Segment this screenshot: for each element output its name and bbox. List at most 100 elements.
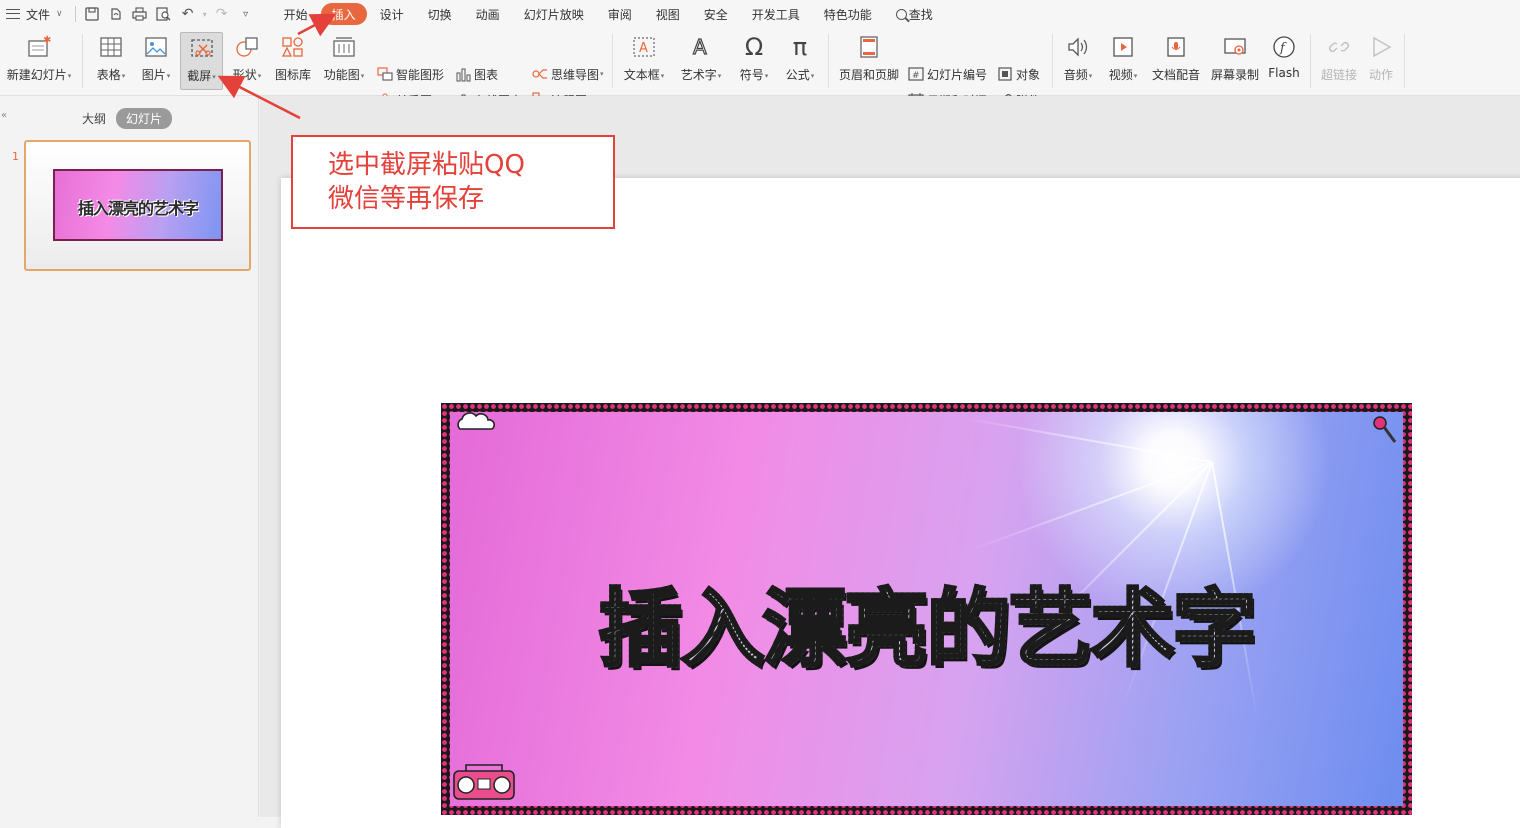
slide[interactable]: 插入漂亮的艺术字 插入漂亮的艺术字	[281, 178, 1520, 828]
thumbnail-title: 插入漂亮的艺术字	[77, 199, 199, 218]
slides-panel: « 大纲 幻灯片 1 插入漂亮的艺术字	[0, 96, 259, 817]
panel-tabs: 大纲 幻灯片	[72, 108, 173, 129]
menu-bar: 文件 ∨ ↶ ▾ ↷ ▿ 开始 插入 设计 切换 动画 幻灯片放映 审阅 视图 …	[0, 0, 1520, 28]
tab-security[interactable]: 安全	[693, 3, 739, 25]
divider	[82, 34, 83, 88]
tab-outline[interactable]: 大纲	[72, 108, 116, 129]
tab-slideshow[interactable]: 幻灯片放映	[513, 3, 595, 25]
annotation-line-1: 选中截屏粘贴QQ	[328, 150, 525, 180]
flash-button[interactable]: f Flash	[1266, 32, 1302, 90]
action-button[interactable]: 动作	[1364, 32, 1398, 90]
annotation-text: 选中截屏粘贴QQ 微信等再保存	[328, 148, 525, 216]
audio-button[interactable]: 音频▾	[1059, 32, 1097, 90]
omega-icon: Ω	[744, 33, 764, 61]
screen-record-icon	[1220, 32, 1250, 62]
search-button[interactable]: 查找	[885, 3, 944, 25]
tab-slides[interactable]: 幻灯片	[116, 108, 173, 129]
export-pdf-icon[interactable]	[104, 0, 128, 28]
object-button[interactable]: 对象	[997, 64, 1040, 84]
table-label: 表格	[96, 68, 121, 82]
tab-design[interactable]: 设计	[369, 3, 415, 25]
new-slide-label: 新建幻灯片	[6, 68, 67, 82]
slide-number-button[interactable]: # 幻灯片编号	[908, 64, 987, 84]
screen-record-label: 屏幕录制	[1210, 68, 1259, 82]
header-footer-icon	[854, 32, 884, 62]
divider	[74, 6, 76, 22]
pi-icon: π	[792, 33, 808, 61]
ribbon-toolbar: ✱ 新建幻灯片▾ 表格▾ 图片▾ 截屏▾ 形状▾ 图标库 功能图▾ 智能图形 图…	[0, 28, 1520, 108]
mind-map-button[interactable]: 思维导图 ▾	[532, 64, 604, 84]
picture-icon	[141, 32, 171, 62]
screenshot-icon	[187, 33, 217, 63]
slide-background-picture[interactable]: 插入漂亮的艺术字 插入漂亮的艺术字	[441, 403, 1412, 815]
tab-view[interactable]: 视图	[645, 3, 691, 25]
print-icon[interactable]	[128, 0, 152, 28]
new-slide-button[interactable]: ✱ 新建幻灯片▾	[4, 32, 74, 90]
file-menu-button[interactable]: 文件 ∨	[0, 0, 71, 28]
svg-text:✱: ✱	[43, 35, 51, 46]
print-preview-icon[interactable]	[152, 0, 176, 28]
slide-number: 1	[12, 150, 19, 163]
doc-voiceover-button[interactable]: 文档配音	[1149, 32, 1203, 90]
wordart-title[interactable]: 插入漂亮的艺术字	[450, 562, 1403, 683]
tab-home[interactable]: 开始	[273, 3, 319, 25]
customize-toolbar-icon[interactable]: ▿	[234, 0, 258, 28]
object-label: 对象	[1016, 67, 1041, 82]
annotation-box: 选中截屏粘贴QQ 微信等再保存	[291, 135, 615, 229]
divider	[612, 34, 613, 88]
save-icon[interactable]	[80, 0, 104, 28]
divider	[1404, 34, 1405, 88]
function-chart-label: 功能图	[323, 68, 360, 82]
shape-label: 形状	[232, 68, 257, 82]
hyperlink-button[interactable]: 超链接	[1318, 32, 1360, 90]
collapse-panel-icon[interactable]: «	[1, 110, 7, 121]
undo-dropdown-icon[interactable]: ▾	[200, 0, 210, 28]
table-button[interactable]: 表格▾	[92, 32, 130, 90]
divider	[828, 34, 829, 88]
bar-chart-icon	[455, 66, 471, 82]
svg-text:#: #	[912, 71, 920, 81]
shape-button[interactable]: 形状▾	[228, 32, 266, 90]
screenshot-button[interactable]: 截屏▾	[180, 32, 223, 90]
search-label: 查找	[908, 7, 933, 22]
hyperlink-label: 超链接	[1320, 68, 1357, 82]
screen-record-button[interactable]: 屏幕录制	[1209, 32, 1261, 90]
picture-button[interactable]: 图片▾	[137, 32, 175, 90]
wordart-button[interactable]: A 艺术字▾	[677, 32, 725, 90]
header-footer-button[interactable]: 页眉和页脚	[836, 32, 902, 90]
chart-label: 图表	[474, 67, 499, 82]
file-menu-label: 文件	[26, 7, 51, 22]
microphone-icon	[1161, 32, 1191, 62]
object-icon	[997, 66, 1013, 82]
tab-special[interactable]: 特色功能	[813, 3, 883, 25]
play-icon	[1366, 32, 1396, 62]
tab-animation[interactable]: 动画	[465, 3, 511, 25]
chart-button[interactable]: 图表	[455, 64, 498, 84]
smart-art-button[interactable]: 智能图形	[377, 64, 444, 84]
function-chart-button[interactable]: 功能图▾	[320, 32, 368, 90]
redo-icon[interactable]: ↷	[210, 0, 234, 28]
mind-map-label: 思维导图	[551, 67, 600, 82]
tab-insert[interactable]: 插入	[320, 3, 367, 25]
formula-button[interactable]: π 公式▾	[781, 32, 819, 90]
picture-label: 图片	[141, 68, 166, 82]
textbox-icon: A	[629, 32, 659, 62]
screenshot-label: 截屏	[187, 69, 212, 83]
tab-developer[interactable]: 开发工具	[741, 3, 811, 25]
slide-thumbnail[interactable]: 插入漂亮的艺术字	[24, 140, 251, 271]
textbox-button[interactable]: A 文本框▾	[620, 32, 668, 90]
smart-art-icon	[377, 66, 393, 82]
video-button[interactable]: 视频▾	[1104, 32, 1142, 90]
tab-review[interactable]: 审阅	[597, 3, 643, 25]
tab-transition[interactable]: 切换	[417, 3, 463, 25]
hamburger-icon	[6, 9, 20, 19]
boombox-icon	[452, 761, 516, 804]
undo-icon[interactable]: ↶	[176, 0, 200, 28]
icon-library-button[interactable]: 图标库	[273, 32, 313, 90]
annotation-line-2: 微信等再保存	[328, 184, 485, 214]
symbol-button[interactable]: Ω 符号▾	[735, 32, 773, 90]
textbox-label: 文本框	[623, 68, 660, 82]
chevron-down-icon: ∨	[56, 9, 63, 19]
slide-number-icon: #	[908, 66, 924, 82]
search-icon	[895, 8, 907, 20]
